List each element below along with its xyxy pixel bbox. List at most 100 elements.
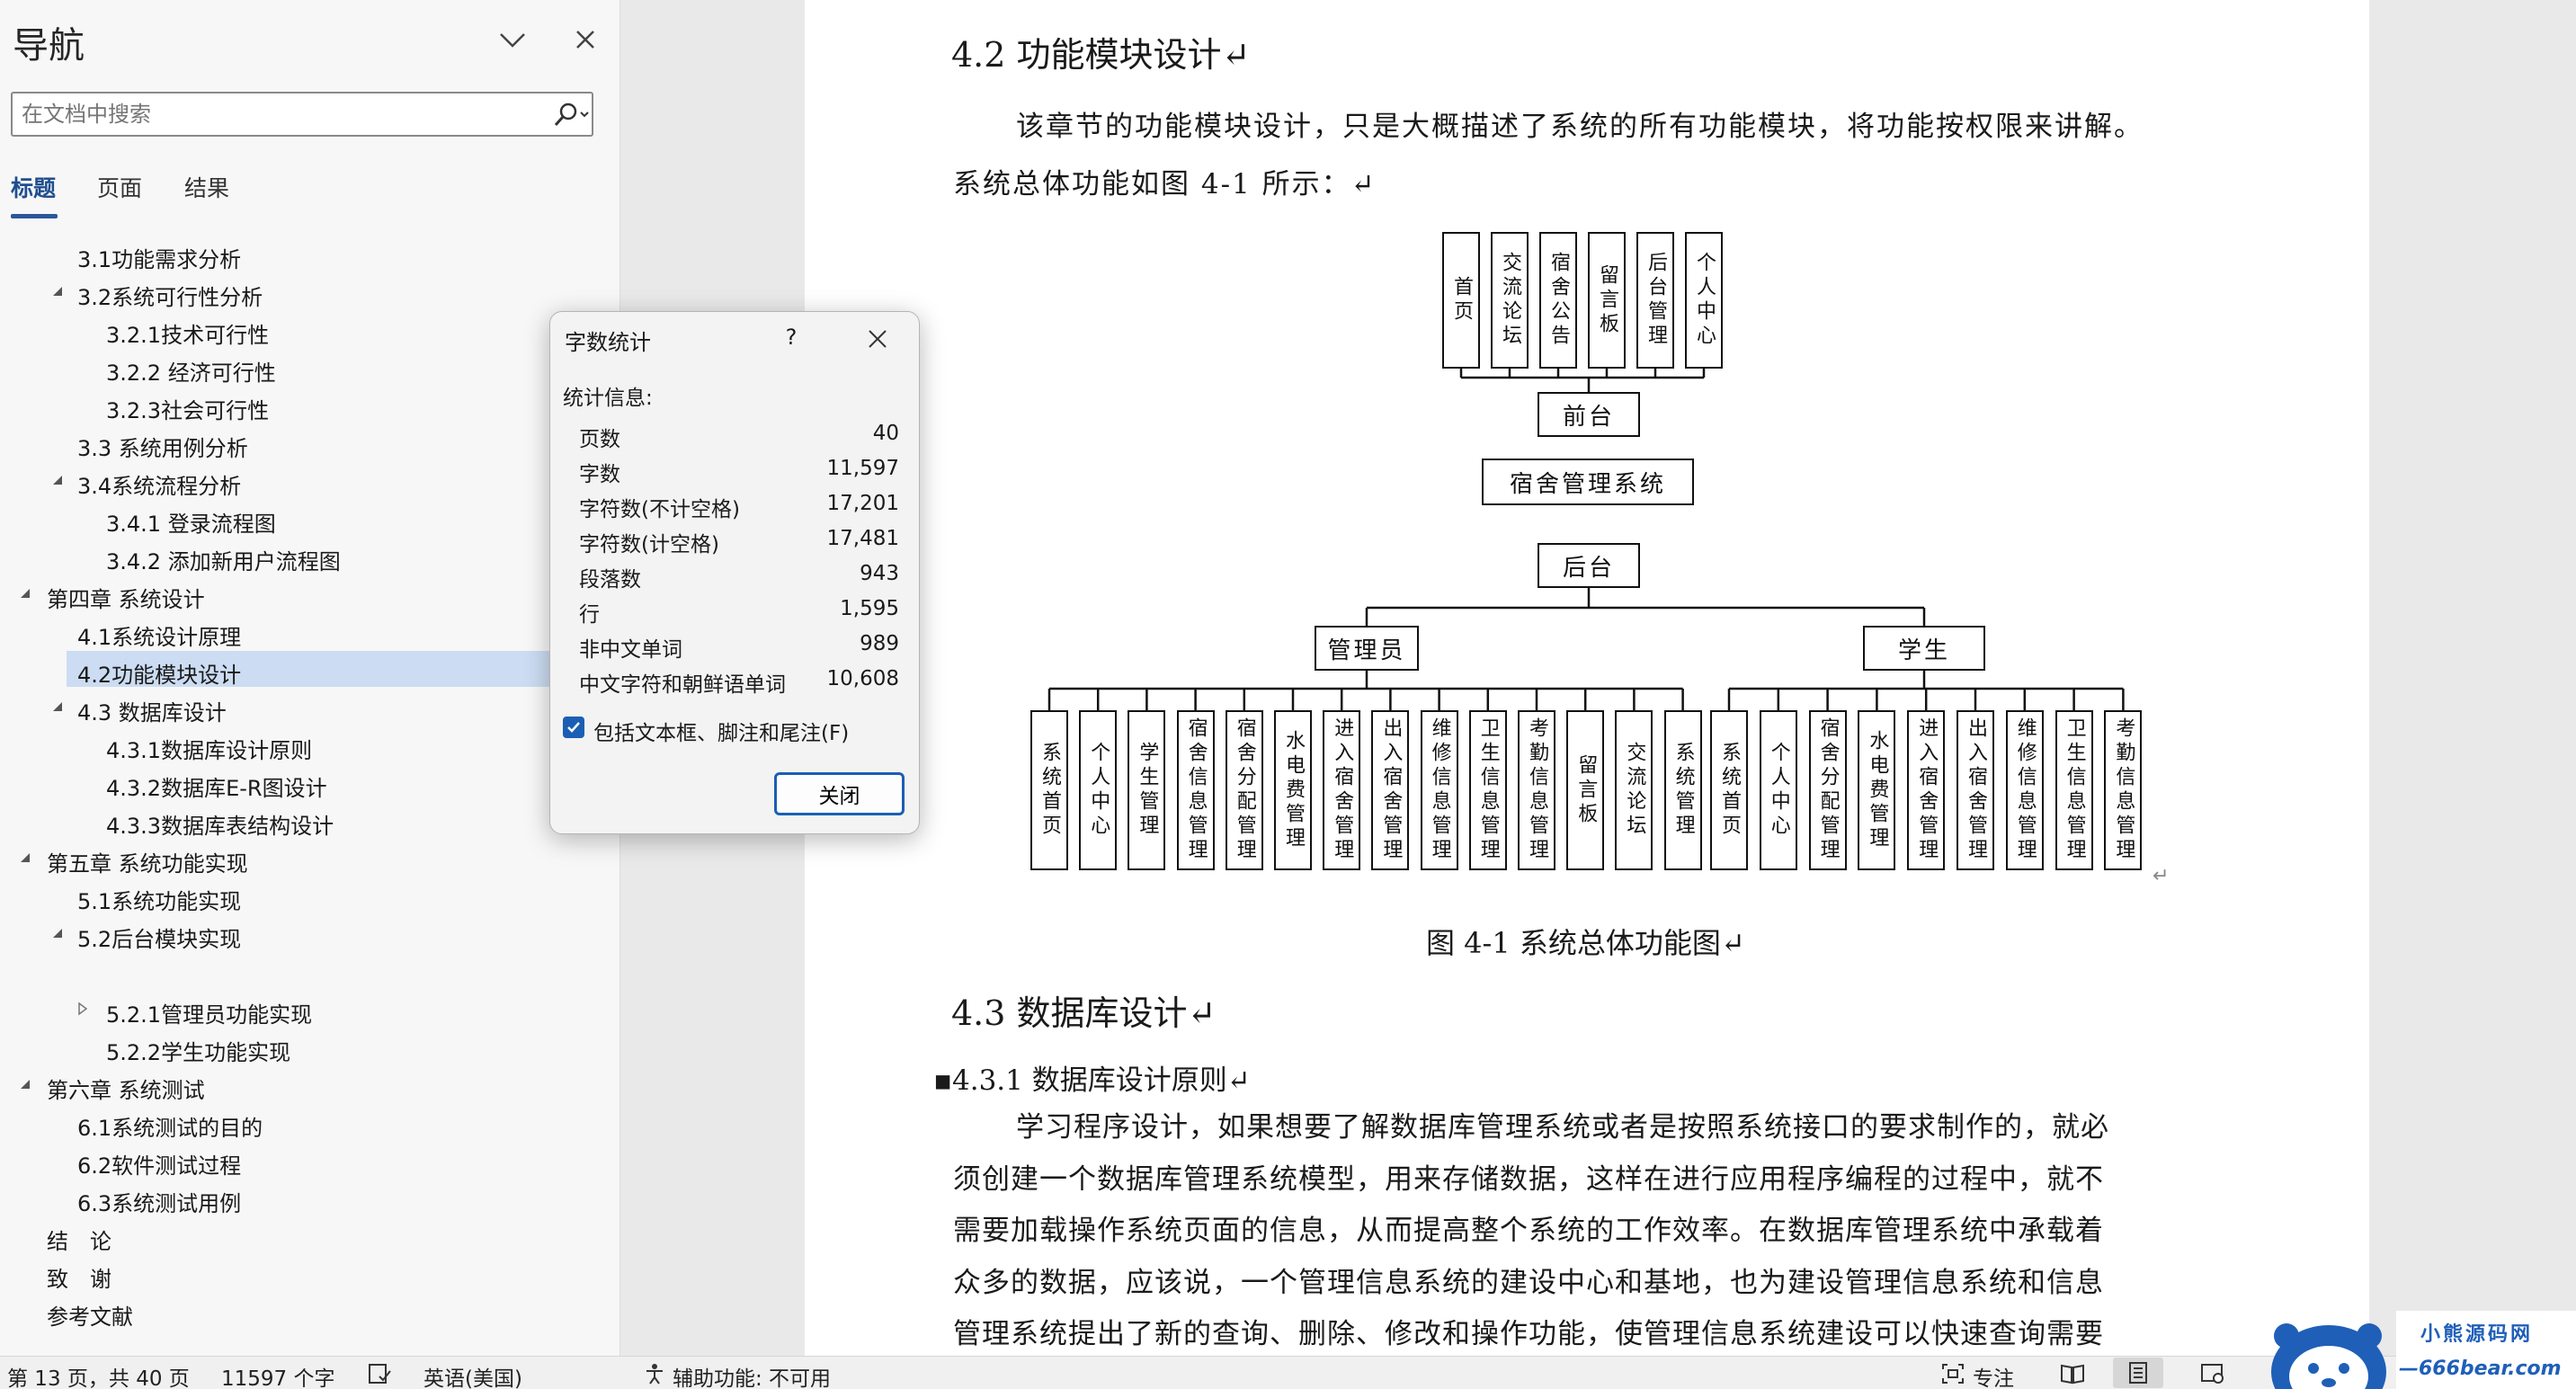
module-label: 宿舍分配管理 [1816,717,1840,863]
nav-title: 导航 [13,25,85,67]
expand-arrow-icon[interactable] [16,849,34,867]
nav-item-label: 6.3系统测试用例 [77,1191,242,1216]
collapsed-arrow-icon[interactable] [74,1000,92,1018]
accessibility-icon[interactable] [644,1362,669,1389]
nav-item[interactable]: 3.2.2 经济可行性 [0,349,557,386]
nav-item-label: 4.3.2数据库E-R图设计 [106,776,327,801]
paragraph-line[interactable]: 该章节的功能模块设计，只是大概描述了系统的所有功能模块，将功能按权限来讲解。 [953,101,2230,153]
diagram-module-box: 宿舍分配管理 [1808,710,1847,870]
search-box[interactable] [11,92,593,137]
nav-item[interactable]: 5.1系统功能实现 [0,877,557,914]
nav-item[interactable]: 3.4.2 添加新用户流程图 [0,538,557,574]
diagram-module-box: 考勤信息管理 [1518,710,1555,870]
tab-headings[interactable]: 标题 [11,171,56,203]
diagram-module-box: 水电费管理 [1858,710,1896,870]
diagram-module-box: 进入宿舍管理 [1323,710,1361,870]
language-indicator[interactable]: 英语(美国) [423,1361,522,1389]
nav-item-label: 第四章 系统设计 [47,587,205,612]
module-label: 进入宿舍管理 [1915,717,1939,863]
expand-arrow-icon[interactable] [49,698,67,716]
nav-item[interactable]: 结 论 [0,1217,557,1254]
search-icon[interactable] [548,101,592,129]
include-textboxes-checkbox[interactable] [563,717,584,738]
nav-item[interactable]: 致 谢 [0,1255,557,1292]
nav-item[interactable]: 5.2.1管理员功能实现 [0,991,557,1028]
nav-item[interactable]: 参考文献 [0,1293,557,1330]
help-icon[interactable]: ? [775,321,807,353]
stat-name: 字符数(计空格) [579,533,719,556]
nav-item[interactable]: 4.3.2数据库E-R图设计 [0,764,557,801]
module-label: 水电费管理 [1866,729,1889,851]
print-layout-icon[interactable] [2113,1358,2163,1388]
word-count-indicator[interactable]: 11597 个字 [221,1361,334,1389]
stat-value: 17,481 [826,527,899,550]
stats-label: 统计信息: [563,387,653,410]
nav-item[interactable]: 3.2.1技术可行性 [0,311,557,348]
nav-item[interactable]: 6.2软件测试过程 [0,1142,557,1179]
stat-name: 页数 [579,428,620,451]
close-icon[interactable] [860,321,896,357]
accessibility-indicator[interactable]: 辅助功能: 不可用 [673,1361,831,1389]
diagram-root-box: 宿舍管理系统 [1482,459,1694,505]
nav-item[interactable]: 3.4系统流程分析 [0,462,557,499]
web-layout-icon[interactable] [2199,1362,2226,1389]
diagram-module-box: 个人中心 [1079,710,1118,870]
nav-item[interactable]: 4.3.1数据库设计原则 [0,726,557,763]
stat-row: 页数 40 [579,422,899,452]
body-line: 管理系统提出了新的查询、删除、修改和操作功能，使管理信息系统建设可以快速查询需要 [953,1318,2104,1350]
body-paragraph[interactable]: 学习程序设计，如果想要了解数据库管理系统或者是按照系统接口的要求制作的，就必 须… [953,1102,2248,1361]
figure-caption[interactable]: 图 4-1 系统总体功能图↵ [1426,921,1745,962]
nav-item-label: 5.2.1管理员功能实现 [106,1002,313,1028]
expand-arrow-icon[interactable] [16,584,34,602]
status-bar: 第 13 页，共 40 页 11597 个字 英语(美国) 辅助功能: 不可用 … [0,1356,2576,1389]
module-label: 宿舍公告 [1547,252,1570,349]
diagram-module-box: 个人中心 [1759,710,1797,870]
tab-results[interactable]: 结果 [184,171,229,203]
nav-item[interactable]: 3.2.3社会可行性 [0,387,557,423]
heading-4-2[interactable]: 4.2 功能模块设计↵ [951,27,1250,76]
diagram-module-box: 出入宿舍管理 [1957,710,1994,870]
module-label: 个人中心 [1767,742,1790,839]
focus-icon[interactable] [1940,1362,1965,1389]
nav-item[interactable]: 4.2功能模块设计 [67,651,552,688]
stat-value: 10,608 [826,667,899,690]
nav-item[interactable]: 4.1系统设计原理 [0,613,557,650]
diagram-front-box: 前台 [1538,392,1640,437]
expand-arrow-icon[interactable] [49,471,67,489]
nav-item[interactable]: 5.2.2学生功能实现 [0,1028,557,1065]
nav-item[interactable]: 4.3.3数据库表结构设计 [0,802,557,839]
nav-item[interactable]: 3.4.1 登录流程图 [0,500,557,537]
focus-label[interactable]: 专注 [1973,1361,2014,1389]
nav-item[interactable]: 6.1系统测试的目的 [0,1104,557,1141]
nav-item[interactable]: 3.1功能需求分析 [0,236,557,272]
read-mode-icon[interactable] [2059,1362,2086,1389]
heading-4-3[interactable]: 4.3 数据库设计↵ [951,985,1216,1035]
nav-item[interactable]: 第五章 系统功能实现 [0,840,557,877]
module-label: 留言板 [1574,753,1598,827]
module-label: 管理员 [1327,637,1406,664]
diagram-module-box: 首页 [1442,232,1480,369]
page-indicator[interactable]: 第 13 页，共 40 页 [7,1361,190,1389]
heading-4-3-1[interactable]: ▪4.3.1 数据库设计原则↵ [933,1057,1251,1098]
nav-item[interactable]: 第四章 系统设计 [0,575,557,612]
tab-pages[interactable]: 页面 [97,171,142,203]
diagram-module-box: 宿舍公告 [1539,232,1577,369]
nav-item[interactable]: 6.3系统测试用例 [0,1180,557,1216]
proofing-icon[interactable] [367,1362,392,1389]
close-icon[interactable] [569,23,602,56]
navigation-pane: 导航 标题 页面 结果 3.1功能需求分析 3.2系统可行性分析 3.2.1技术可行… [0,0,620,1356]
watermark-url: —666bear.com— [2399,1358,2562,1389]
expand-arrow-icon[interactable] [49,282,67,300]
paragraph-line[interactable]: 系统总体功能如图 4-1 所示：↵ [953,158,2230,210]
chevron-down-icon[interactable] [496,27,529,54]
nav-item[interactable]: 3.2系统可行性分析 [0,273,557,310]
expand-arrow-icon[interactable] [16,1075,34,1093]
expand-arrow-icon[interactable] [49,924,67,942]
close-button[interactable]: 关闭 [774,772,905,815]
nav-item[interactable]: 4.3 数据库设计 [0,689,557,726]
search-input[interactable] [22,101,534,128]
nav-item[interactable]: 第六章 系统测试 [0,1066,557,1103]
nav-item[interactable]: 3.3 系统用例分析 [0,424,557,461]
include-textboxes-label[interactable]: 包括文本框、脚注和尾注(F) [593,716,849,746]
nav-item[interactable]: 5.2后台模块实现 [0,915,557,952]
